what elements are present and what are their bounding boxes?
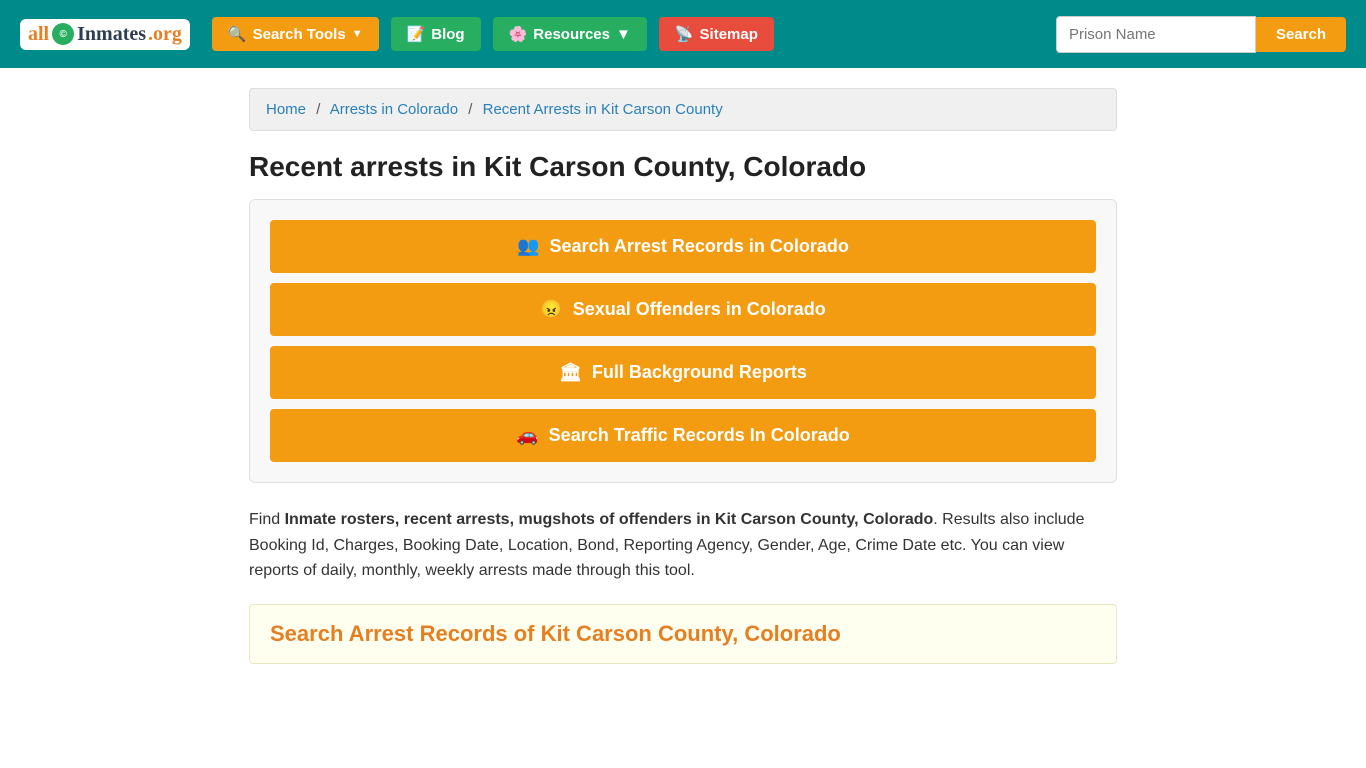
rss-icon	[675, 25, 694, 43]
sexual-offenders-button[interactable]: Sexual Offenders in Colorado	[270, 283, 1096, 336]
page-title: Recent arrests in Kit Carson County, Col…	[249, 151, 1117, 183]
logo-all-text: all	[28, 23, 49, 46]
breadcrumb-sep-2: /	[468, 101, 472, 118]
breadcrumb: Home / Arrests in Colorado / Recent Arre…	[249, 88, 1117, 131]
nav-sitemap-label: Sitemap	[700, 26, 758, 43]
nav-search-tools-label: Search Tools	[253, 26, 346, 43]
header-search-area: Search	[1056, 16, 1346, 53]
logo[interactable]: all © Inmates .org	[20, 19, 190, 50]
header-search-button[interactable]: Search	[1256, 17, 1346, 52]
chevron-down-icon: ▼	[352, 28, 363, 40]
chevron-down-icon-resources: ▼	[616, 26, 631, 43]
logo-org-text: .org	[148, 23, 182, 46]
logo-dot: ©	[52, 23, 74, 45]
header-search-label: Search	[1276, 26, 1326, 43]
nav-sitemap-button[interactable]: Sitemap	[659, 17, 774, 51]
description-paragraph: Find Inmate rosters, recent arrests, mug…	[249, 507, 1117, 584]
nav-blog-button[interactable]: Blog	[391, 17, 481, 51]
main-header: all © Inmates .org Search Tools ▼ Blog R…	[0, 0, 1366, 68]
full-background-reports-button[interactable]: Full Background Reports	[270, 346, 1096, 399]
nav-resources-button[interactable]: Resources ▼	[493, 17, 647, 51]
breadcrumb-sep-1: /	[316, 101, 320, 118]
search-arrest-records-button[interactable]: Search Arrest Records in Colorado	[270, 220, 1096, 273]
car-icon	[516, 425, 538, 446]
resources-icon	[509, 25, 528, 43]
section-heading-box: Search Arrest Records of Kit Carson Coun…	[249, 604, 1117, 664]
full-background-reports-label: Full Background Reports	[592, 362, 807, 383]
angry-icon	[540, 299, 562, 320]
nav-resources-label: Resources	[533, 26, 610, 43]
search-arrest-records-label: Search Arrest Records in Colorado	[550, 236, 849, 257]
people-icon	[517, 236, 539, 257]
main-content: Home / Arrests in Colorado / Recent Arre…	[233, 68, 1133, 684]
nav-blog-label: Blog	[431, 26, 464, 43]
search-traffic-records-label: Search Traffic Records In Colorado	[549, 425, 850, 446]
sexual-offenders-label: Sexual Offenders in Colorado	[573, 299, 826, 320]
breadcrumb-current: Recent Arrests in Kit Carson County	[483, 101, 723, 118]
section-heading: Search Arrest Records of Kit Carson Coun…	[270, 621, 1096, 647]
action-buttons-box: Search Arrest Records in Colorado Sexual…	[249, 199, 1117, 483]
breadcrumb-arrests-link[interactable]: Arrests in Colorado	[330, 101, 458, 118]
nav-search-tools-button[interactable]: Search Tools ▼	[212, 17, 379, 51]
description-bold: Inmate rosters, recent arrests, mugshots…	[285, 511, 934, 528]
breadcrumb-home-link[interactable]: Home	[266, 101, 306, 118]
building-icon	[559, 362, 582, 383]
search-nav-icon	[228, 25, 247, 43]
description-prefix: Find	[249, 511, 285, 528]
prison-name-input[interactable]	[1056, 16, 1256, 53]
logo-inmates-text: Inmates	[77, 23, 146, 46]
search-traffic-records-button[interactable]: Search Traffic Records In Colorado	[270, 409, 1096, 462]
blog-icon	[407, 25, 426, 43]
